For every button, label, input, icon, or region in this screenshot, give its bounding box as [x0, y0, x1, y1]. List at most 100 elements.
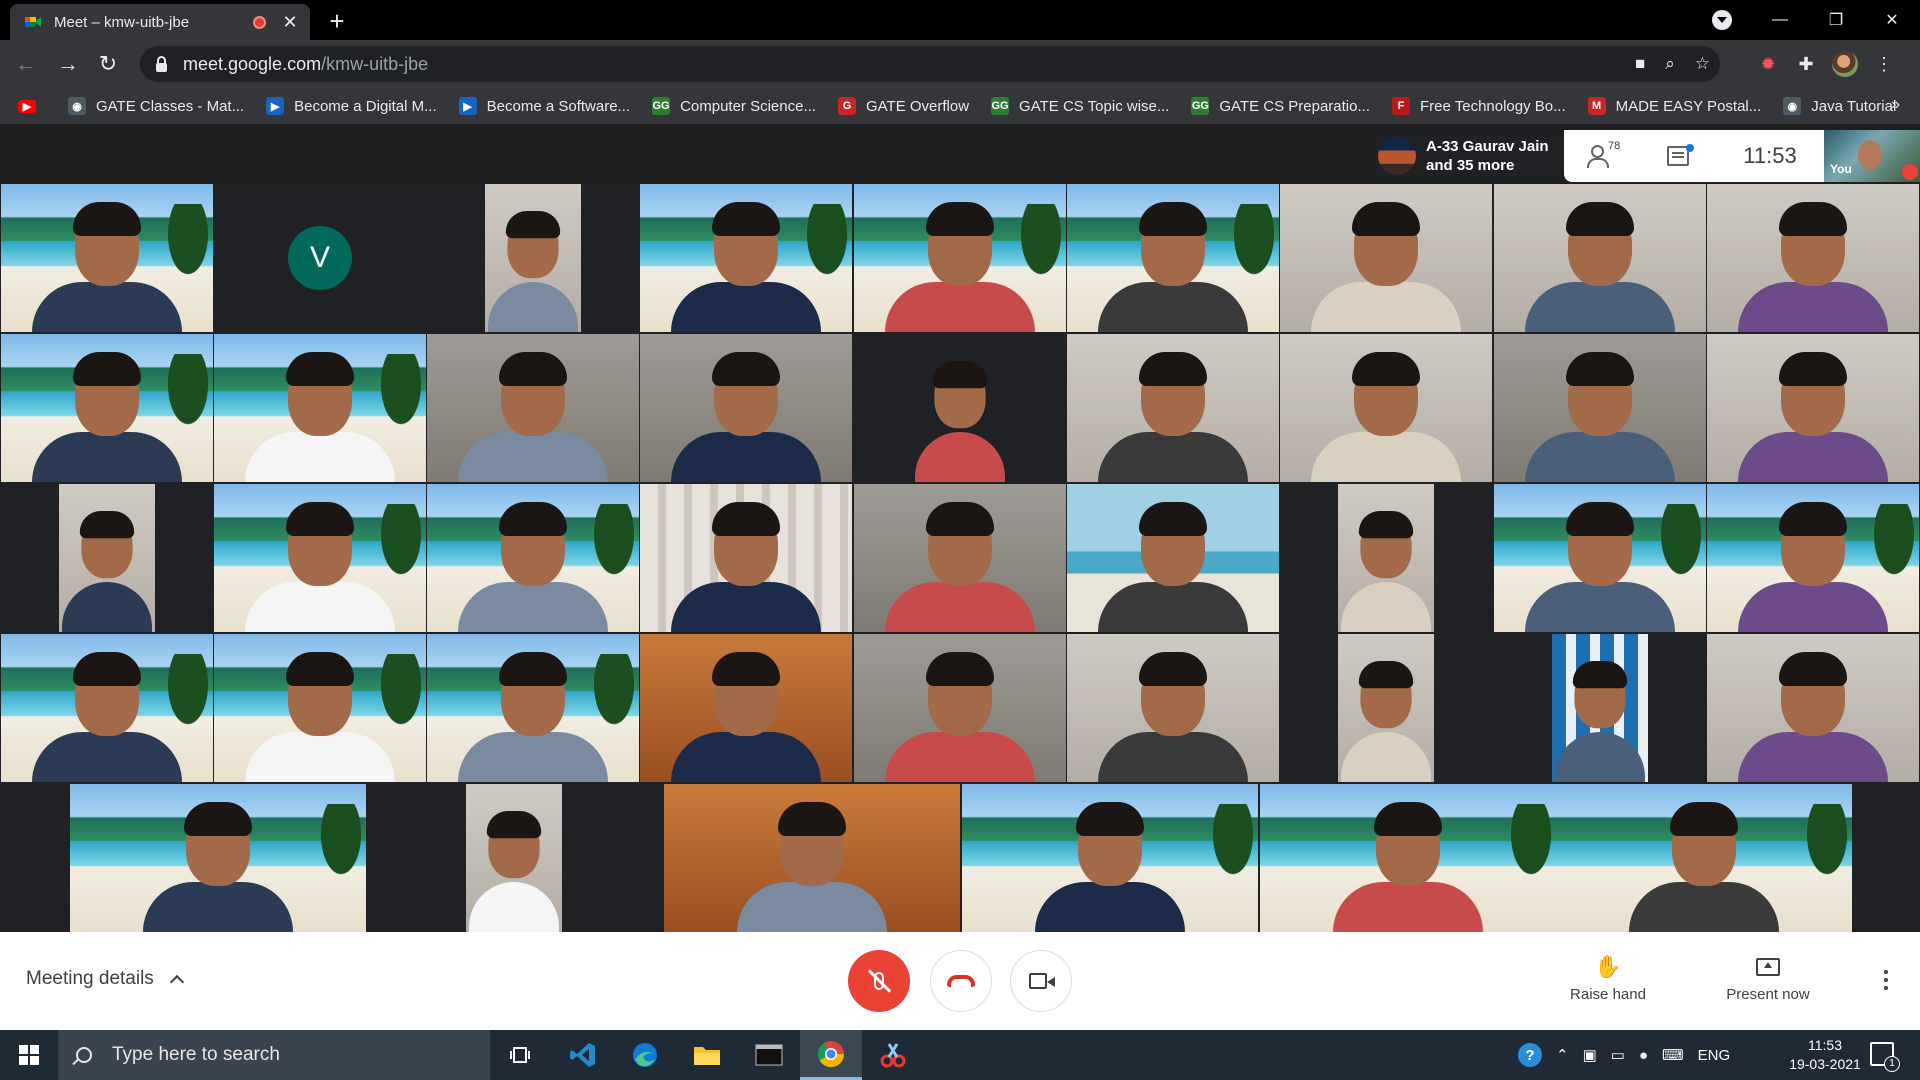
bookmark-youtube[interactable]: ▶ [18, 99, 46, 113]
tab-close-button[interactable]: ✕ [280, 12, 300, 33]
bookmark-item[interactable]: G GATE Overflow [837, 97, 969, 115]
task-view-button[interactable] [490, 1030, 552, 1080]
participant-video-tile[interactable] [1494, 184, 1706, 332]
participant-video-tile[interactable] [1067, 184, 1279, 332]
presenter-pill[interactable]: A-33 Gaurav Jain and 35 more [1370, 130, 1560, 182]
profile-avatar[interactable] [1832, 51, 1858, 77]
participant-video-tile[interactable] [1338, 484, 1434, 632]
meeting-details-button[interactable]: Meeting details [26, 968, 184, 990]
bookmark-item[interactable]: GG GATE CS Preparatio... [1191, 97, 1370, 115]
bookmark-item[interactable]: ▶ Become a Digital M... [266, 97, 437, 115]
participant-video-tile[interactable] [70, 784, 366, 932]
participant-video-tile[interactable] [912, 334, 1008, 482]
bookmark-star-icon[interactable]: ☆ [1695, 54, 1710, 74]
language-indicator[interactable]: ENG [1698, 1047, 1731, 1064]
help-icon[interactable]: ? [1518, 1043, 1542, 1067]
bookmarks-overflow-button[interactable]: » [1891, 96, 1900, 114]
network-icon[interactable]: ▣ [1583, 1046, 1597, 1064]
snipping-tool-app[interactable] [862, 1030, 924, 1080]
participant-video-tile[interactable] [640, 184, 852, 332]
bookmark-item[interactable]: M MADE EASY Postal... [1587, 97, 1761, 115]
address-bar[interactable]: meet.google.com /kmw-uitb-jbe ■ ⌕ ☆ [140, 46, 1720, 82]
extensions-puzzle-icon[interactable]: ✚ [1794, 52, 1818, 76]
participant-video-tile[interactable]: V [214, 184, 426, 332]
participant-video-tile[interactable] [1280, 184, 1492, 332]
participant-video-tile[interactable] [1707, 484, 1919, 632]
camera-toggle-button[interactable] [1010, 950, 1072, 1012]
participant-video-tile[interactable] [427, 334, 639, 482]
keyboard-icon[interactable]: ⌨ [1662, 1046, 1684, 1064]
forward-button[interactable]: → [52, 48, 84, 80]
zoom-icon[interactable]: ⌕ [1665, 54, 1675, 74]
present-now-button[interactable]: Present now [1708, 954, 1828, 1003]
participant-video-tile[interactable] [427, 484, 639, 632]
participant-video-tile[interactable] [427, 634, 639, 782]
back-button[interactable]: ← [10, 48, 42, 80]
participant-video-tile[interactable] [214, 634, 426, 782]
bookmark-item[interactable]: ◉ GATE Classes - Mat... [68, 97, 244, 115]
participant-video-tile[interactable] [854, 184, 1066, 332]
participant-video-tile[interactable] [1338, 634, 1434, 782]
chat-button[interactable] [1640, 130, 1716, 182]
taskbar-clock[interactable]: 11:53 19-03-2021 [1780, 1036, 1870, 1074]
participant-video-tile[interactable] [1707, 184, 1919, 332]
participant-video-tile[interactable] [466, 784, 562, 932]
chrome-menu-icon[interactable]: ⋮ [1872, 52, 1896, 76]
tab-search-button[interactable] [1712, 10, 1732, 30]
close-window-button[interactable]: ✕ [1864, 0, 1920, 40]
participant-video-tile[interactable] [640, 334, 852, 482]
participant-video-tile[interactable] [59, 484, 155, 632]
terminal-app[interactable] [738, 1030, 800, 1080]
participant-video-tile[interactable] [1707, 334, 1919, 482]
self-view-tile[interactable]: You [1824, 130, 1920, 182]
participant-video-tile[interactable] [1280, 334, 1492, 482]
participant-video-tile[interactable] [1, 334, 213, 482]
participant-video-tile[interactable] [640, 634, 852, 782]
vscode-app[interactable] [552, 1030, 614, 1080]
participants-button[interactable]: 78 [1564, 130, 1640, 182]
participant-video-tile[interactable] [485, 184, 581, 332]
participant-video-tile[interactable] [214, 334, 426, 482]
participant-video-tile[interactable] [1552, 634, 1648, 782]
participant-video-tile[interactable] [854, 484, 1066, 632]
bookmark-item[interactable]: F Free Technology Bo... [1391, 97, 1566, 115]
microphone-icon[interactable]: ● [1639, 1047, 1648, 1064]
participant-video-tile[interactable] [1556, 784, 1852, 932]
new-tab-button[interactable]: + [322, 6, 352, 37]
taskbar-search-box[interactable]: Type here to search [58, 1030, 490, 1080]
participant-video-tile[interactable] [1494, 484, 1706, 632]
participant-video-tile[interactable] [854, 634, 1066, 782]
restore-button[interactable]: ❐ [1808, 0, 1864, 40]
participant-video-tile[interactable] [1260, 784, 1556, 932]
bookmark-item[interactable]: GG Computer Science... [652, 97, 816, 115]
file-explorer-app[interactable] [676, 1030, 738, 1080]
leave-call-button[interactable] [930, 950, 992, 1012]
browser-tab-meet[interactable]: Meet – kmw-uitb-jbe ✕ [10, 4, 310, 40]
minimize-button[interactable]: — [1752, 0, 1808, 40]
chevron-up-icon[interactable]: ⌃ [1556, 1046, 1569, 1064]
participant-video-tile[interactable] [664, 784, 960, 932]
start-button[interactable] [0, 1030, 58, 1080]
bookmark-item[interactable]: GG GATE CS Topic wise... [991, 97, 1169, 115]
participant-video-tile[interactable] [1067, 484, 1279, 632]
participant-video-tile[interactable] [962, 784, 1258, 932]
participant-video-tile[interactable] [1, 634, 213, 782]
extension-off-icon[interactable]: ✹ [1756, 52, 1780, 76]
bookmark-item[interactable]: ◉ Java Tutorial [1783, 97, 1896, 115]
bookmark-item[interactable]: ▶ Become a Software... [458, 97, 630, 115]
participant-video-tile[interactable] [1494, 334, 1706, 482]
camera-in-use-icon[interactable]: ■ [1635, 54, 1645, 74]
edge-app[interactable] [614, 1030, 676, 1080]
participant-video-tile[interactable] [640, 484, 852, 632]
reload-button[interactable]: ↻ [92, 48, 124, 80]
notification-center-icon[interactable]: 1 [1870, 1042, 1900, 1072]
chrome-app[interactable] [800, 1030, 862, 1080]
participant-video-tile[interactable] [1, 184, 213, 332]
participant-video-tile[interactable] [1707, 634, 1919, 782]
battery-icon[interactable]: ▭ [1611, 1046, 1625, 1064]
participant-video-tile[interactable] [1067, 334, 1279, 482]
participant-video-tile[interactable] [214, 484, 426, 632]
microphone-toggle-button[interactable] [848, 950, 910, 1012]
more-options-icon[interactable] [1880, 962, 1892, 998]
participant-video-tile[interactable] [1067, 634, 1279, 782]
